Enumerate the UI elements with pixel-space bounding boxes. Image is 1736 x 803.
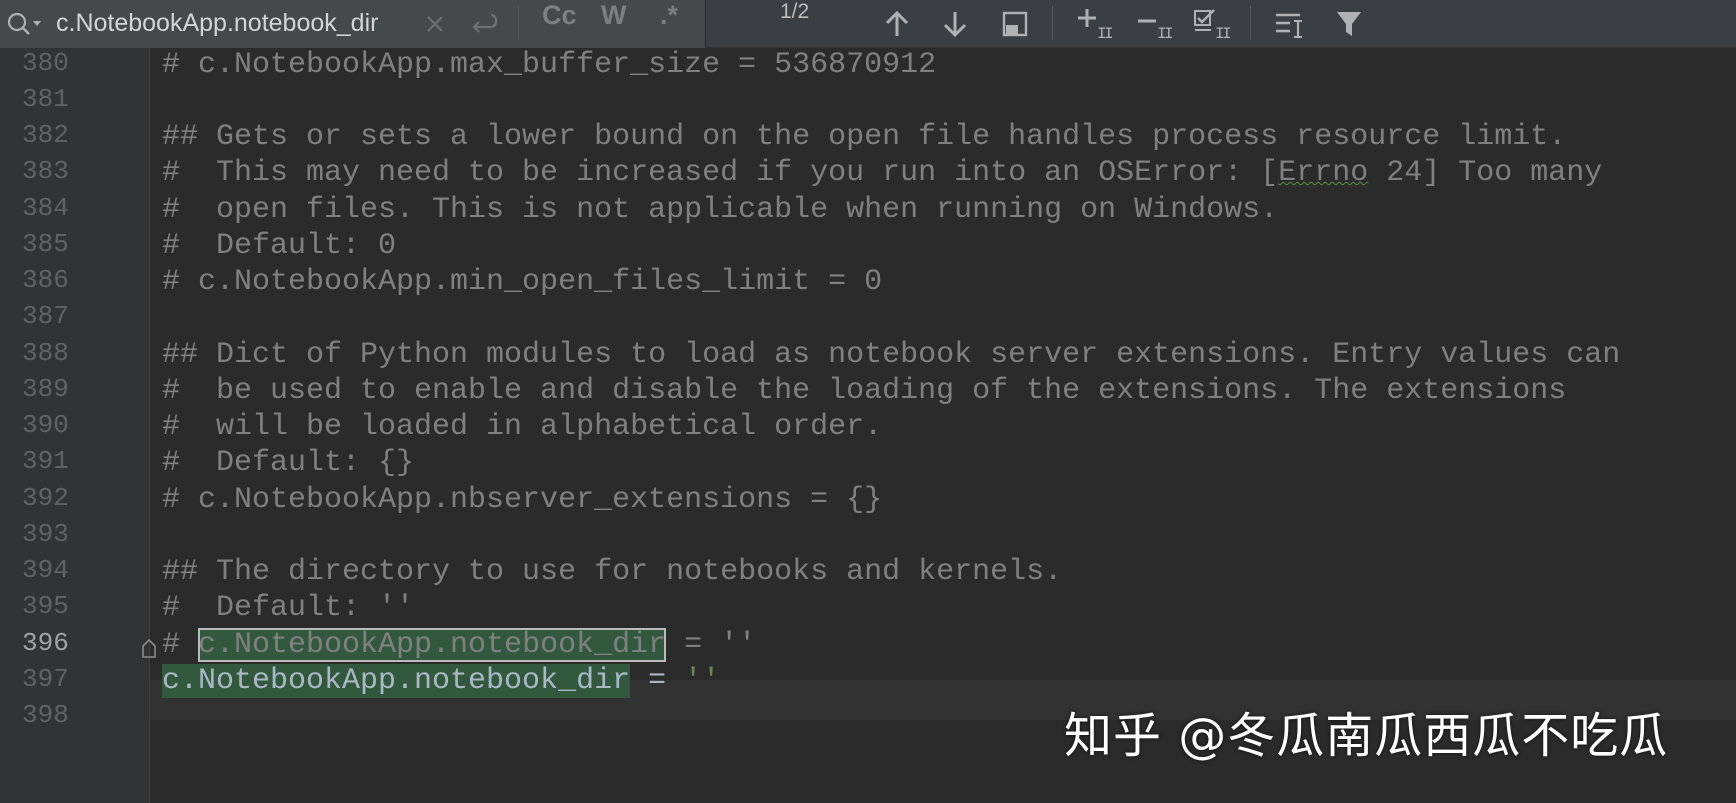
line-number: 387 [22,301,69,331]
search-box[interactable]: Cc W .* [0,0,706,48]
code-line[interactable]: # be used to enable and disable the load… [162,374,1566,414]
typo-warning: Errno [1278,156,1369,190]
match-count: 1/2 [780,0,810,23]
match-case-toggle[interactable]: Cc [542,0,577,48]
line-number-current: 396 [22,628,69,658]
search-match: c.NotebookApp.notebook_dir [162,664,631,698]
line-number: 393 [22,519,69,549]
line-number: 390 [22,410,69,440]
code-line[interactable]: ## Gets or sets a lower bound on the ope… [162,120,1566,160]
code-line[interactable]: # open files. This is not applicable whe… [162,193,1278,233]
code-line[interactable]: # Default: {} [162,446,414,486]
search-input[interactable] [56,6,416,40]
new-line-icon[interactable] [466,0,502,48]
fold-marker-icon[interactable] [140,638,158,660]
code-text: # This may need to be increased if you r… [162,156,1279,190]
next-occurrence-icon[interactable] [938,0,972,48]
code-line[interactable]: # Default: 0 [162,229,396,269]
line-number: 392 [22,483,69,513]
code-line[interactable]: ## Dict of Python modules to load as not… [162,338,1620,378]
select-all-occurrences-icon[interactable] [998,0,1032,48]
code-string: '' [684,664,721,698]
line-number: 386 [22,265,69,295]
line-number: 380 [22,48,69,78]
line-number: 385 [22,229,69,259]
line-number: 388 [22,338,69,368]
search-in-selection-icon[interactable] [1272,0,1308,48]
svg-text:I: I [1104,25,1113,40]
watermark: 知乎 @冬瓜南瓜西瓜不吃瓜 [1064,708,1669,764]
search-history-icon[interactable] [6,10,46,38]
line-number: 381 [22,84,69,114]
code-line[interactable]: # This may need to be increased if you r… [162,156,1602,196]
line-number: 391 [22,446,69,476]
code-line[interactable]: c.NotebookApp.notebook_dir = '' [162,664,720,704]
regex-toggle[interactable]: .* [660,0,678,48]
line-number: 384 [22,193,69,223]
line-number: 397 [22,664,69,694]
line-number: 398 [22,700,69,730]
search-match-current: c.NotebookApp.notebook_dir [198,628,667,662]
code-text: # [162,628,199,662]
svg-text:I: I [1222,25,1231,40]
code-operator: = [630,664,685,698]
clear-search-icon[interactable] [420,0,450,48]
filter-icon[interactable] [1332,0,1366,48]
code-line[interactable]: # c.NotebookApp.max_buffer_size = 536870… [162,48,936,88]
find-toolbar: Cc W .* 1/2 I I I I [0,0,1736,48]
whole-words-toggle[interactable]: W [601,0,626,48]
code-line[interactable]: ## The directory to use for notebooks an… [162,555,1062,595]
line-number: 395 [22,591,69,621]
select-all-matches-icon[interactable]: I I [1192,0,1232,48]
code-text: 24] Too many [1368,156,1603,190]
line-number: 383 [22,156,69,186]
code-line[interactable]: # c.NotebookApp.nbserver_extensions = {} [162,483,882,523]
code-line[interactable]: # Default: '' [162,591,414,631]
code-line-current[interactable]: # c.NotebookApp.notebook_dir = '' [162,628,756,668]
remove-occurrence-icon[interactable]: I I [1134,0,1174,48]
add-occurrence-icon[interactable]: I I [1074,0,1114,48]
previous-occurrence-icon[interactable] [880,0,914,48]
code-text: = '' [666,628,757,662]
line-number: 382 [22,120,69,150]
svg-text:I: I [1164,25,1173,40]
code-editor[interactable]: 380 381 382 383 384 385 386 387 388 389 … [0,48,1736,803]
line-number: 394 [22,555,69,585]
line-number: 389 [22,374,69,404]
code-line[interactable]: # will be loaded in alphabetical order. [162,410,882,450]
code-line[interactable]: # c.NotebookApp.min_open_files_limit = 0 [162,265,882,305]
